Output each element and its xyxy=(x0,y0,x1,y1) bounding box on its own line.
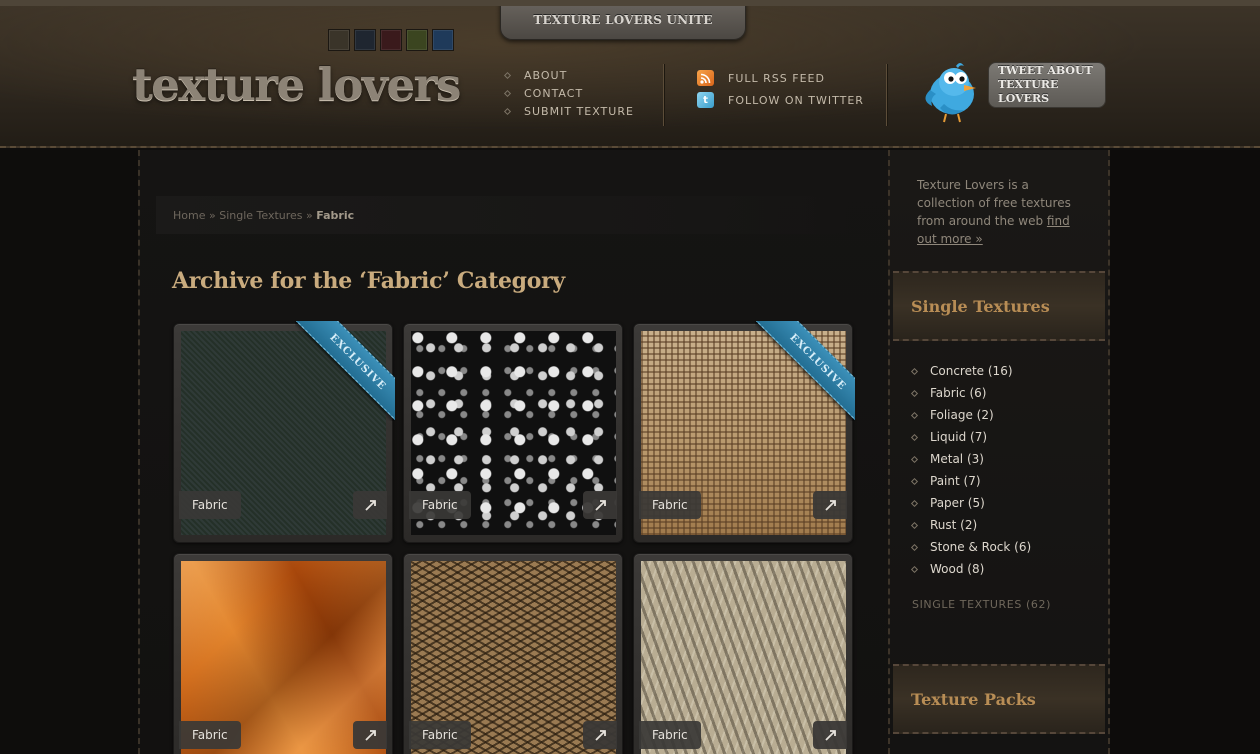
follow-twitter-link[interactable]: FOLLOW ON TWITTER xyxy=(728,94,864,107)
category-link-concrete[interactable]: Concrete (16) xyxy=(930,364,1013,378)
list-item: Fabric (6) xyxy=(910,382,1031,404)
texture-card[interactable]: Fabric xyxy=(403,323,623,543)
main-nav: ABOUT CONTACT SUBMIT TEXTURE xyxy=(503,66,634,120)
list-item: Liquid (7) xyxy=(910,426,1031,448)
list-item: Paint (7) xyxy=(910,470,1031,492)
twitter-icon: t xyxy=(697,92,714,108)
header-divider xyxy=(886,64,887,126)
header-divider xyxy=(663,64,664,126)
category-link-liquid[interactable]: Liquid (7) xyxy=(930,430,987,444)
exclusive-ribbon: EXCLUSIVE xyxy=(295,321,395,421)
category-link-rust[interactable]: Rust (2) xyxy=(930,518,977,532)
breadcrumb-home[interactable]: Home xyxy=(173,209,205,222)
tweet-about-button[interactable]: TWEET ABOUT TEXTURE LOVERS xyxy=(988,62,1106,108)
texture-category-label[interactable]: Fabric xyxy=(639,721,701,749)
expand-icon[interactable] xyxy=(353,721,387,749)
category-list: Concrete (16) Fabric (6) Foliage (2) Liq… xyxy=(910,360,1031,580)
color-swatches xyxy=(328,29,454,51)
list-item: Paper (5) xyxy=(910,492,1031,514)
swatch-brown[interactable] xyxy=(328,29,350,51)
list-item: Stone & Rock (6) xyxy=(910,536,1031,558)
swatch-olive[interactable] xyxy=(406,29,428,51)
rss-link-row[interactable]: FULL RSS FEED xyxy=(697,67,864,89)
texture-category-label[interactable]: Fabric xyxy=(179,721,241,749)
texture-card[interactable]: Fabric xyxy=(173,553,393,754)
list-item: Foliage (2) xyxy=(910,404,1031,426)
sidebar-about-text: Texture Lovers is a collection of free t… xyxy=(917,178,1071,246)
texture-category-label[interactable]: Fabric xyxy=(639,491,701,519)
bullet-diamond-icon xyxy=(910,389,919,397)
texture-category-label[interactable]: Fabric xyxy=(179,491,241,519)
bullet-diamond-icon xyxy=(910,543,919,551)
category-link-metal[interactable]: Metal (3) xyxy=(930,452,984,466)
sidebar-heading-texture-packs: Texture Packs xyxy=(893,664,1105,734)
site-header: TEXTURE LOVERS UNITE texture lovers ABOU… xyxy=(0,0,1260,148)
list-item: Rust (2) xyxy=(910,514,1031,536)
bullet-diamond-icon xyxy=(503,107,512,115)
tweet-button-label: TWEET ABOUT TEXTURE LOVERS xyxy=(998,64,1093,105)
breadcrumb-current: Fabric xyxy=(316,209,355,222)
breadcrumb-separator: » xyxy=(208,209,216,222)
category-link-stone-rock[interactable]: Stone & Rock (6) xyxy=(930,540,1031,554)
page-title: Archive for the ‘Fabric’ Category xyxy=(172,268,565,294)
nav-item-submit: SUBMIT TEXTURE xyxy=(503,102,634,120)
tagline-tab: TEXTURE LOVERS UNITE xyxy=(500,0,746,40)
single-textures-total-link[interactable]: SINGLE TEXTURES (62) xyxy=(912,598,1051,611)
rss-icon xyxy=(697,70,714,86)
bullet-diamond-icon xyxy=(910,477,919,485)
list-item: Concrete (16) xyxy=(910,360,1031,382)
twitter-bird-icon xyxy=(925,63,976,123)
bullet-diamond-icon xyxy=(910,433,919,441)
nav-item-contact: CONTACT xyxy=(503,84,634,102)
category-link-fabric[interactable]: Fabric (6) xyxy=(930,386,986,400)
bullet-diamond-icon xyxy=(910,565,919,573)
breadcrumb: Home » Single Textures » Fabric xyxy=(173,209,354,222)
breadcrumb-separator: » xyxy=(306,209,313,222)
expand-icon[interactable] xyxy=(353,491,387,519)
category-link-foliage[interactable]: Foliage (2) xyxy=(930,408,994,422)
nav-item-about: ABOUT xyxy=(503,66,634,84)
bullet-diamond-icon xyxy=(503,89,512,97)
breadcrumb-single-textures[interactable]: Single Textures xyxy=(219,209,302,222)
right-background xyxy=(1110,150,1260,754)
bullet-diamond-icon xyxy=(910,521,919,529)
sidebar-heading-single-textures: Single Textures xyxy=(893,271,1105,341)
exclusive-ribbon-label: EXCLUSIVE xyxy=(295,321,395,421)
left-background xyxy=(0,150,138,754)
exclusive-ribbon-label: EXCLUSIVE xyxy=(755,321,855,421)
texture-category-label[interactable]: Fabric xyxy=(409,491,471,519)
texture-card[interactable]: EXCLUSIVE Fabric xyxy=(173,321,395,543)
swatch-slate[interactable] xyxy=(354,29,376,51)
twitter-link-row[interactable]: t FOLLOW ON TWITTER xyxy=(697,89,864,111)
swatch-maroon[interactable] xyxy=(380,29,402,51)
category-link-paint[interactable]: Paint (7) xyxy=(930,474,981,488)
texture-category-label[interactable]: Fabric xyxy=(409,721,471,749)
expand-icon[interactable] xyxy=(813,721,847,749)
bullet-diamond-icon xyxy=(910,367,919,375)
list-item: Metal (3) xyxy=(910,448,1031,470)
expand-icon[interactable] xyxy=(583,721,617,749)
bullet-diamond-icon xyxy=(910,455,919,463)
bullet-diamond-icon xyxy=(910,499,919,507)
rss-feed-link[interactable]: FULL RSS FEED xyxy=(728,72,825,85)
nav-link-submit-texture[interactable]: SUBMIT TEXTURE xyxy=(524,105,634,118)
bullet-diamond-icon xyxy=(503,71,512,79)
exclusive-ribbon: EXCLUSIVE xyxy=(755,321,855,421)
category-link-paper[interactable]: Paper (5) xyxy=(930,496,985,510)
nav-link-contact[interactable]: CONTACT xyxy=(524,87,583,100)
site-logo[interactable]: texture lovers xyxy=(132,58,462,111)
texture-card[interactable]: Fabric xyxy=(403,553,623,754)
nav-link-about[interactable]: ABOUT xyxy=(524,69,567,82)
social-links: FULL RSS FEED t FOLLOW ON TWITTER xyxy=(697,67,864,111)
expand-icon[interactable] xyxy=(583,491,617,519)
texture-card[interactable]: EXCLUSIVE Fabric xyxy=(633,321,855,543)
swatch-navy[interactable] xyxy=(432,29,454,51)
category-link-wood[interactable]: Wood (8) xyxy=(930,562,984,576)
bullet-diamond-icon xyxy=(910,411,919,419)
texture-card[interactable]: Fabric xyxy=(633,553,853,754)
expand-icon[interactable] xyxy=(813,491,847,519)
list-item: Wood (8) xyxy=(910,558,1031,580)
